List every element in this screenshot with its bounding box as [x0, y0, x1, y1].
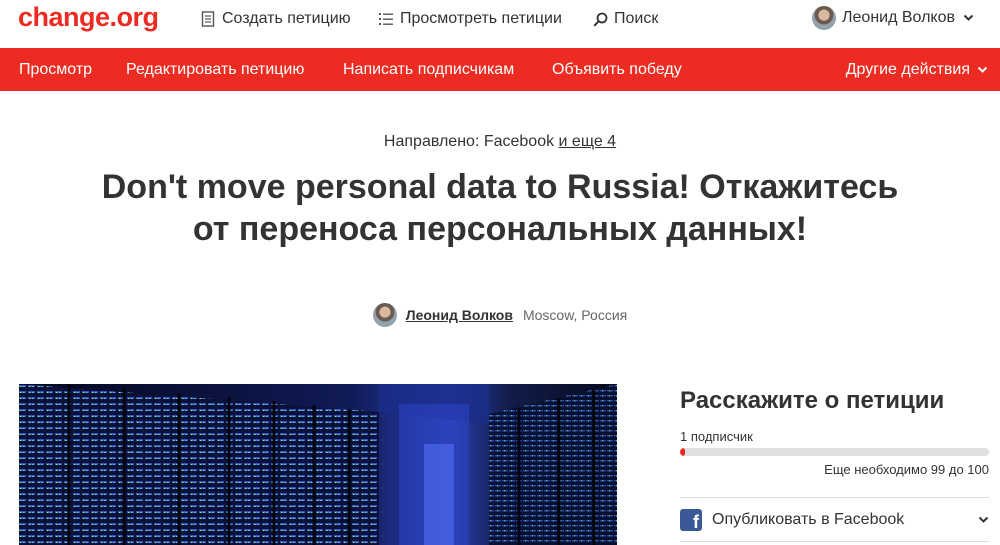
facebook-icon: f: [680, 509, 702, 532]
document-icon: [200, 11, 216, 27]
declare-victory-link[interactable]: Объявить победу: [552, 48, 682, 91]
list-icon: [378, 11, 394, 27]
search-link[interactable]: Поиск: [592, 0, 658, 38]
signatures-remaining: Еще необходимо 99 до 100: [824, 462, 989, 477]
chevron-down-icon: [978, 511, 989, 529]
supporter-count: 1 подписчик: [680, 429, 753, 444]
top-header: change.org Создать петицию Просмотреть п…: [0, 0, 1000, 48]
create-petition-link[interactable]: Создать петицию: [200, 0, 351, 38]
preview-link[interactable]: Просмотр: [19, 48, 92, 91]
petition-author: Леонид Волков Moscow, Россия: [0, 303, 1000, 327]
petition-title: Don't move personal data to Russia! Отка…: [101, 168, 899, 248]
target-prefix: Направлено: Facebook: [383, 133, 555, 150]
progress-fill: [680, 448, 685, 456]
browse-petitions-link[interactable]: Просмотреть петиции: [378, 0, 562, 38]
author-avatar: [372, 303, 397, 327]
other-actions-label: Другие действия: [845, 60, 970, 78]
petition-target: Направлено: Facebook и еще 4: [0, 133, 1000, 151]
search-icon: [592, 11, 608, 27]
logo[interactable]: change.org: [18, 2, 159, 33]
edit-petition-link[interactable]: Редактировать петицию: [126, 48, 304, 91]
share-facebook-label: Опубликовать в Facebook: [712, 511, 905, 528]
user-name: Леонид Волков: [842, 9, 955, 26]
author-name-link[interactable]: Леонид Волков: [406, 307, 513, 323]
share-heading: Расскажите о петиции: [680, 387, 945, 414]
author-location: Moscow, Россия: [522, 307, 628, 323]
avatar: [812, 6, 837, 30]
petition-action-bar: Просмотр Редактировать петицию Написать …: [0, 48, 1000, 91]
create-petition-label: Создать петицию: [222, 10, 351, 27]
signature-progress-bar: [680, 448, 989, 456]
search-label: Поиск: [614, 10, 659, 27]
user-menu[interactable]: Леонид Волков: [812, 5, 974, 31]
chevron-down-icon: [977, 66, 988, 74]
browse-petitions-label: Просмотреть петиции: [400, 10, 562, 27]
petition-image: [19, 384, 617, 545]
divider: [680, 497, 989, 498]
other-actions-menu[interactable]: Другие действия: [846, 48, 988, 91]
share-facebook-button[interactable]: f Опубликовать в Facebook: [680, 507, 989, 533]
message-supporters-link[interactable]: Написать подписчикам: [343, 48, 514, 91]
more-targets-link[interactable]: и еще 4: [559, 133, 617, 150]
divider: [680, 541, 989, 542]
chevron-down-icon: [963, 9, 974, 27]
